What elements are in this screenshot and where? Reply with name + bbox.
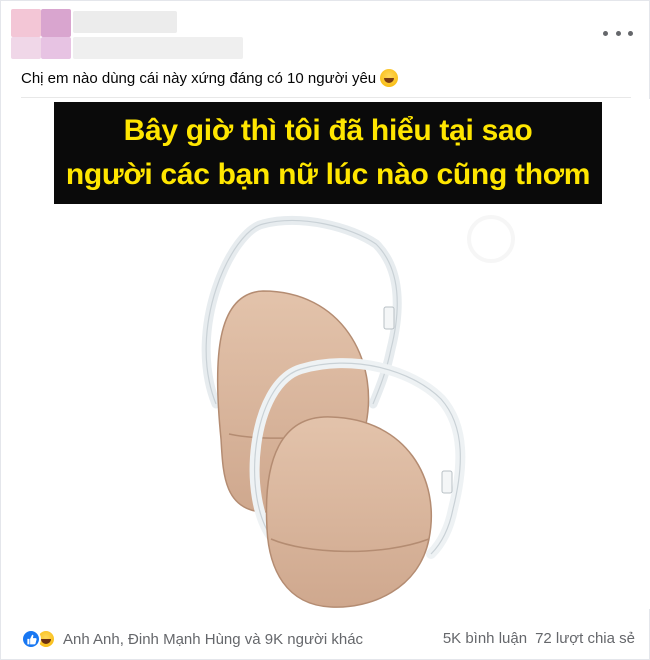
dot-icon	[628, 30, 633, 36]
divider	[21, 97, 631, 98]
blur-block	[73, 37, 243, 59]
like-icon	[21, 629, 41, 649]
reactors-text[interactable]: Anh Anh, Đinh Mạnh Hùng và 9K người khác	[63, 631, 363, 648]
engagement-stats: 5K bình luận 72 lượt chia sẻ	[443, 630, 635, 647]
pad-front	[265, 416, 433, 608]
meme-banner: Bây giờ thì tôi đã hiểu tại sao người cá…	[54, 102, 602, 204]
more-options-button[interactable]	[603, 23, 633, 43]
banner-line-2: người các bạn nữ lúc nào cũng thơm	[65, 158, 591, 191]
comments-count[interactable]: 5K bình luận	[443, 630, 527, 647]
strap-buckle	[383, 306, 395, 330]
banner-line-1: Bây giờ thì tôi đã hiểu tại sao	[123, 114, 533, 147]
reactions-summary[interactable]: Anh Anh, Đinh Mạnh Hùng và 9K người khác	[21, 629, 363, 649]
facebook-post: Chị em nào dùng cái này xứng đáng có 10 …	[0, 0, 650, 660]
post-image[interactable]: Bây giờ thì tôi đã hiểu tại sao người cá…	[1, 99, 650, 609]
post-footer: Anh Anh, Đinh Mạnh Hùng và 9K người khác…	[1, 617, 650, 660]
watermark-icon	[467, 215, 515, 263]
underarm-pads-illustration	[201, 215, 515, 608]
post-header	[1, 1, 650, 63]
rolling-on-floor-laughing-icon	[380, 69, 399, 87]
blur-block	[11, 37, 41, 59]
blur-block	[41, 9, 71, 37]
post-caption: Chị em nào dùng cái này xứng đáng có 10 …	[21, 69, 399, 87]
dot-icon	[615, 30, 621, 36]
blur-block	[41, 37, 71, 59]
caption-text: Chị em nào dùng cái này xứng đáng có 10 …	[21, 69, 377, 87]
strap-buckle	[441, 470, 453, 494]
shares-count[interactable]: 72 lượt chia sẻ	[535, 630, 635, 647]
dot-icon	[603, 30, 608, 36]
blur-block	[11, 9, 41, 37]
blur-block	[73, 11, 177, 33]
thumbs-up-icon	[26, 634, 37, 644]
